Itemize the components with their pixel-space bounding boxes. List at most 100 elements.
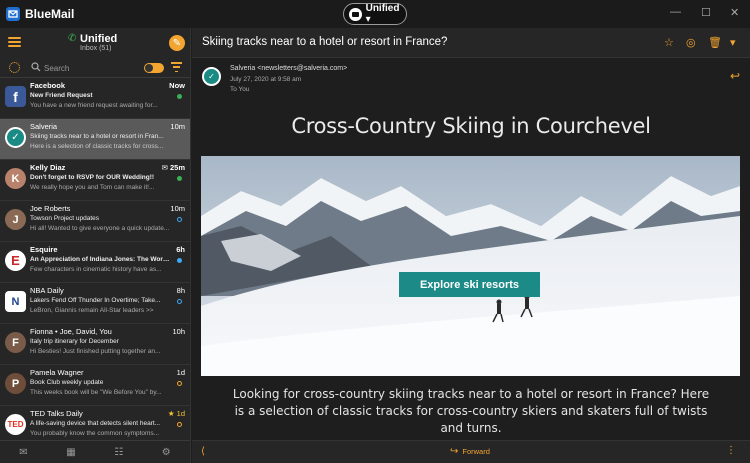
unified-inbox-icon: ✆: [68, 33, 77, 44]
star-icon[interactable]: ☆: [664, 36, 674, 49]
forward-label: Forward: [462, 447, 490, 456]
forward-button[interactable]: ↪ Forward: [450, 446, 490, 457]
list-item[interactable]: f Facebook Now New Friend Request You ha…: [0, 78, 190, 119]
sidebar-header: ✆ Unified Inbox (51) ✎: [0, 28, 190, 58]
list-item[interactable]: N NBA Daily 8h Lakers Fend Off Thunder I…: [0, 283, 190, 324]
avatar: TED: [5, 414, 26, 435]
email-body: Cross-Country Skiing in Courchevel Explo…: [192, 106, 750, 440]
avatar: ✓: [202, 67, 221, 86]
mail-sender: TED Talks Daily: [30, 409, 83, 418]
mountain-illustration: [201, 156, 740, 376]
settings-icon[interactable]: ⚙: [162, 447, 171, 458]
list-item[interactable]: J Joe Roberts 10m Towson Project updates…: [0, 201, 190, 242]
mail-time: 6h: [176, 245, 185, 254]
mail-sender: Esquire: [30, 245, 58, 254]
message-footer: ⟨ ↪ Forward ⋮: [192, 440, 750, 463]
message-header: Skiing tracks near to a hotel or resort …: [192, 28, 750, 58]
mail-subject: Skiing tracks near to a hotel or resort …: [30, 133, 164, 140]
email-paragraph: Looking for cross-country skiing tracks …: [232, 387, 710, 435]
mail-sender: Fionna • Joe, David, You: [30, 327, 112, 336]
bluemail-logo-icon: [6, 7, 20, 21]
message-pane: Skiing tracks near to a hotel or resort …: [192, 28, 750, 463]
mail-time: ★ 1d: [167, 409, 185, 418]
share-icon[interactable]: ⟨: [201, 446, 205, 457]
message-subject: Skiing tracks near to a hotel or resort …: [202, 36, 448, 48]
avatar: f: [5, 86, 26, 107]
mail-subject: New Friend Request: [30, 92, 93, 99]
search-bar: [0, 58, 190, 78]
more-options-icon[interactable]: ⋮: [726, 445, 736, 456]
mail-subject: An Appreciation of Indiana Jones: The Wo…: [30, 256, 170, 263]
mail-time: 1d: [176, 368, 185, 377]
avatar: ✓: [5, 127, 26, 148]
avatar: E: [5, 250, 26, 271]
read-indicator: [177, 381, 182, 386]
contacts-icon[interactable]: ☷: [114, 447, 123, 458]
read-indicator: [177, 299, 182, 304]
mail-sender: Joe Roberts: [30, 204, 71, 213]
forward-arrow-icon: ↪: [450, 446, 459, 457]
email-title: Cross-Country Skiing in Courchevel: [291, 114, 651, 138]
maximize-button[interactable]: ☐: [701, 6, 711, 19]
mail-list: f Facebook Now New Friend Request You ha…: [0, 78, 190, 447]
mail-time: 10m: [170, 122, 185, 131]
trash-icon[interactable]: 🗑: [708, 36, 722, 49]
mail-preview: LeBron, Giannis remain All-Star leaders …: [30, 307, 154, 314]
mail-subject: A life-saving device that detects silent…: [30, 420, 161, 427]
mail-time: 8h: [176, 286, 185, 295]
menu-icon[interactable]: [8, 37, 21, 47]
mail-preview: You have a new friend request awaiting f…: [30, 102, 158, 109]
mail-preview: Here is a selection of classic tracks fo…: [30, 143, 164, 150]
mail-subject: Towson Project updates: [30, 215, 100, 222]
unread-indicator: [177, 176, 182, 181]
mail-preview: This weeks book will be "We Before You" …: [30, 389, 162, 396]
search-input[interactable]: [44, 61, 134, 75]
mail-time: 10h: [172, 327, 185, 336]
list-item[interactable]: F Fionna • Joe, David, You 10h Italy tri…: [0, 324, 190, 365]
mail-icon[interactable]: ✉: [19, 447, 27, 458]
list-item[interactable]: ✓ Salveria 10m Skiing tracks near to a h…: [0, 119, 190, 160]
folder-subtitle: Inbox (51): [80, 45, 112, 52]
compose-button[interactable]: ✎: [169, 35, 185, 51]
mail-sender: Kelly Diaz: [30, 163, 66, 172]
unread-indicator: [177, 258, 182, 263]
mail-preview: Few characters in cinematic history have…: [30, 266, 162, 273]
explore-ski-resorts-button[interactable]: Explore ski resorts: [399, 272, 540, 297]
filter-icon[interactable]: [171, 62, 182, 72]
mail-preview: Hi Besties! Just finished putting togeth…: [30, 348, 161, 355]
close-button[interactable]: ✕: [730, 6, 739, 19]
from-address[interactable]: Salveria <newsletters@salveria.com>: [230, 65, 347, 72]
sidebar-bottom-bar: ✉ ▦ ☷ ⚙: [0, 440, 190, 463]
sync-icon[interactable]: [9, 62, 20, 73]
avatar: F: [5, 332, 26, 353]
account-switcher[interactable]: Unified ▾: [343, 3, 407, 25]
ski-hero-image: Explore ski resorts: [201, 156, 740, 376]
mail-list-panel: ✆ Unified Inbox (51) ✎ f Facebook Now Ne…: [0, 28, 191, 463]
read-indicator: [177, 217, 182, 222]
mail-time: ✉ 25m: [161, 163, 185, 172]
account-switcher-label: Unified ▾: [365, 3, 400, 25]
account-icon: [349, 7, 362, 21]
mail-preview: You probably know the common symptoms...: [30, 430, 160, 437]
chevron-down-icon[interactable]: ▾: [730, 36, 736, 49]
mail-subject: Italy trip itinerary for December: [30, 338, 119, 345]
list-item[interactable]: K Kelly Diaz ✉ 25m Don't forget to RSVP …: [0, 160, 190, 201]
mail-preview: Hi all! Wanted to give everyone a quick …: [30, 225, 170, 232]
snooze-icon[interactable]: ◎: [686, 36, 696, 49]
recipient-line[interactable]: To You: [230, 86, 250, 93]
focus-toggle[interactable]: [144, 63, 164, 73]
sender-info: ✓ Salveria <newsletters@salveria.com> Ju…: [192, 58, 750, 106]
mail-sender: Pamela Wagner: [30, 368, 84, 377]
mail-sender: Facebook: [30, 81, 66, 90]
read-indicator: [177, 422, 182, 427]
mail-subject: Don't forget to RSVP for OUR Wedding!!: [30, 174, 155, 181]
reply-icon[interactable]: ↩: [730, 69, 740, 83]
list-item[interactable]: P Pamela Wagner 1d Book Club weekly upda…: [0, 365, 190, 406]
mail-preview: We really hope you and Tom can make it!.…: [30, 184, 155, 191]
minimize-button[interactable]: —: [670, 6, 681, 18]
list-item[interactable]: E Esquire 6h An Appreciation of Indiana …: [0, 242, 190, 283]
mail-subject: Lakers Fend Off Thunder In Overtime; Tak…: [30, 297, 161, 304]
app-name: BlueMail: [25, 7, 75, 21]
avatar: K: [5, 168, 26, 189]
calendar-icon[interactable]: ▦: [66, 447, 75, 458]
